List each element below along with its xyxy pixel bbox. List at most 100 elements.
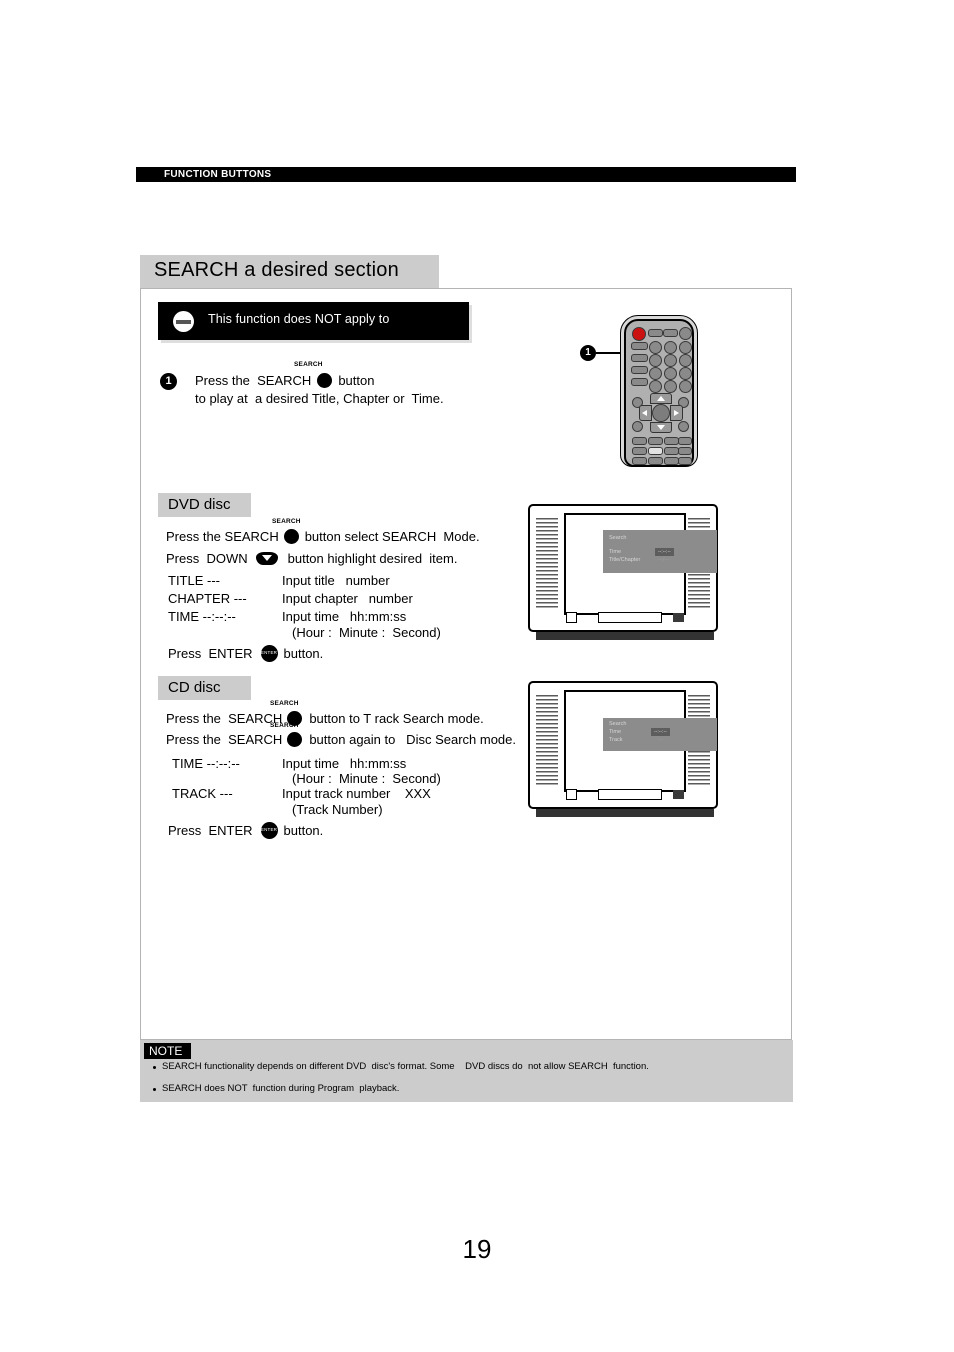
osd-value-title-chapter: ---/--- <box>658 557 670 563</box>
osd-value-time: --:--:-- <box>655 548 674 556</box>
remote-dpad-right <box>670 405 683 421</box>
osd-label-track: Track <box>609 737 623 743</box>
enter-button-icon-label: ENTER <box>260 650 278 655</box>
remote-transport-12 <box>678 457 692 465</box>
tv-base <box>536 809 714 817</box>
dvd-enter-before: Press ENTER <box>168 646 253 661</box>
up-arrow-icon <box>657 396 665 401</box>
right-arrow-icon <box>674 410 679 416</box>
remote-dpad-left <box>639 405 652 421</box>
remote-key-clear <box>649 380 662 393</box>
dvd-enter-line: Press ENTER ENTER button. <box>168 645 323 662</box>
remote-left-button-3 <box>631 366 648 374</box>
step-number-badge: 1 <box>160 373 177 390</box>
remote-transport-1 <box>632 437 647 445</box>
cd-line-1-before: Press the SEARCH <box>166 711 283 726</box>
cd-search-mini-label-2: SEARCH <box>270 722 299 729</box>
dvd-line-2: Press DOWN button highlight desired item. <box>166 551 457 566</box>
search-button-icon <box>287 732 303 747</box>
cd-line-1: Press the SEARCH button to T rack Search … <box>166 711 484 726</box>
cd-row-time-key: TIME --:--:-- <box>172 756 240 771</box>
mp3-notice-banner: This function does NOT apply to M P 3 <box>158 302 578 372</box>
enter-button-icon: ENTER <box>260 822 278 839</box>
dvd-line-2-before: Press DOWN <box>166 551 248 566</box>
enter-button-icon-label: ENTER <box>260 827 278 832</box>
page-number: 19 <box>462 1234 492 1264</box>
remote-transport-4 <box>678 437 692 445</box>
left-arrow-icon <box>642 410 647 416</box>
cd-time-format-note: (Hour : Minute : Second) <box>292 771 441 786</box>
remote-transport-9 <box>632 457 647 465</box>
enter-button-icon: ENTER <box>260 645 278 662</box>
osd-search-menu-cd: Search Time --:--:-- Track --- <box>603 718 717 751</box>
cd-row-track-value: Input track number XXX <box>282 786 431 801</box>
tv-base <box>536 632 714 640</box>
step-1-line-2: to play at a desired Title, Chapter or T… <box>195 391 444 406</box>
note-bullet-1 <box>153 1066 156 1069</box>
osd-search-menu-dvd: Search Time --:--:-- Title/Chapter ---/-… <box>603 530 717 573</box>
osd-label-time: Time <box>609 549 622 555</box>
dvd-disc-heading-label: DVD disc <box>168 496 231 513</box>
remote-dpad-up <box>650 393 672 404</box>
tv-control-dark-square <box>673 613 684 622</box>
osd-value-track: --- <box>658 737 663 743</box>
no-entry-icon-bar <box>176 319 191 324</box>
remote-top-button-2 <box>663 329 678 337</box>
remote-key-plus10 <box>679 380 692 393</box>
cd-row-time-value: Input time hh:mm:ss <box>282 756 407 771</box>
remote-search-button <box>631 354 648 362</box>
down-arrow-button-icon <box>255 552 278 565</box>
running-header-text: FUNCTION BUTTONS <box>164 169 272 180</box>
dvd-search-mini-label: SEARCH <box>272 518 301 525</box>
cd-line-2-after: button again to Disc Search mode. <box>309 732 517 747</box>
osd-label-time: Time <box>609 729 622 735</box>
remote-key-2 <box>664 341 677 354</box>
dvd-line-2-after: button highlight desired item. <box>287 551 458 566</box>
remote-title-button <box>632 421 643 432</box>
cd-search-mini-label-1: SEARCH <box>270 700 299 707</box>
cd-line-2: Press the SEARCH button again to Disc Sea… <box>166 732 516 747</box>
note-area: NOTE SEARCH functionality depends on dif… <box>140 1040 793 1102</box>
cd-track-format-note: (Track Number) <box>292 802 383 817</box>
remote-menu-button <box>678 421 689 432</box>
remote-key-0 <box>664 380 677 393</box>
remote-transport-8 <box>678 447 692 455</box>
page-title: SEARCH a desired section <box>154 259 399 281</box>
remote-key-9 <box>679 367 692 380</box>
dvd-line-1: Press the SEARCH button select SEARCH Mod… <box>166 529 480 544</box>
tv-cabinet: Search Time --:--:-- Title/Chapter ---/-… <box>528 504 718 632</box>
remote-dpad-down <box>650 422 672 433</box>
remote-transport-5 <box>632 447 647 455</box>
down-arrow-icon <box>657 425 665 430</box>
osd-value-time: --:--:-- <box>651 728 670 736</box>
remote-control-illustration <box>620 315 698 470</box>
tv-control-square <box>566 789 577 800</box>
step-1-line-1: Press the SEARCH button <box>195 373 374 388</box>
dvd-enter-after: button. <box>283 646 324 661</box>
dvd-row-title-value: Input title number <box>282 573 390 588</box>
cd-enter-after: button. <box>283 823 324 838</box>
tv-control-bar <box>598 612 662 623</box>
remote-transport-11 <box>664 457 679 465</box>
tv-vent-left <box>536 518 558 610</box>
tv-vent-left <box>536 695 558 787</box>
remote-key-1 <box>649 341 662 354</box>
dvd-time-format-note: (Hour : Minute : Second) <box>292 625 441 640</box>
remote-key-3 <box>679 341 692 354</box>
note-item-2: SEARCH does NOT function during Program … <box>162 1083 400 1094</box>
remote-key-8 <box>664 367 677 380</box>
tv-screen: Search Time --:--:-- Title/Chapter ---/-… <box>564 513 717 615</box>
osd-label-title-chapter: Title/Chapter <box>609 557 641 563</box>
remote-transport-3 <box>664 437 679 445</box>
note-item-1: SEARCH functionality depends on differen… <box>162 1061 649 1072</box>
note-bullet-2 <box>153 1088 156 1091</box>
cd-line-1-after: button to T rack Search mode. <box>309 711 484 726</box>
note-tag-label: NOTE <box>149 1044 183 1058</box>
cd-enter-line: Press ENTER ENTER button. <box>168 822 323 839</box>
dvd-line-1-after: button select SEARCH Mode. <box>304 529 480 544</box>
search-button-icon <box>317 373 333 388</box>
tv-control-dark-square <box>673 790 684 799</box>
dvd-line-1-before: Press the SEARCH <box>166 529 279 544</box>
mp3-notice-text: This function does NOT apply to <box>208 312 390 326</box>
remote-left-button-1 <box>631 342 648 350</box>
